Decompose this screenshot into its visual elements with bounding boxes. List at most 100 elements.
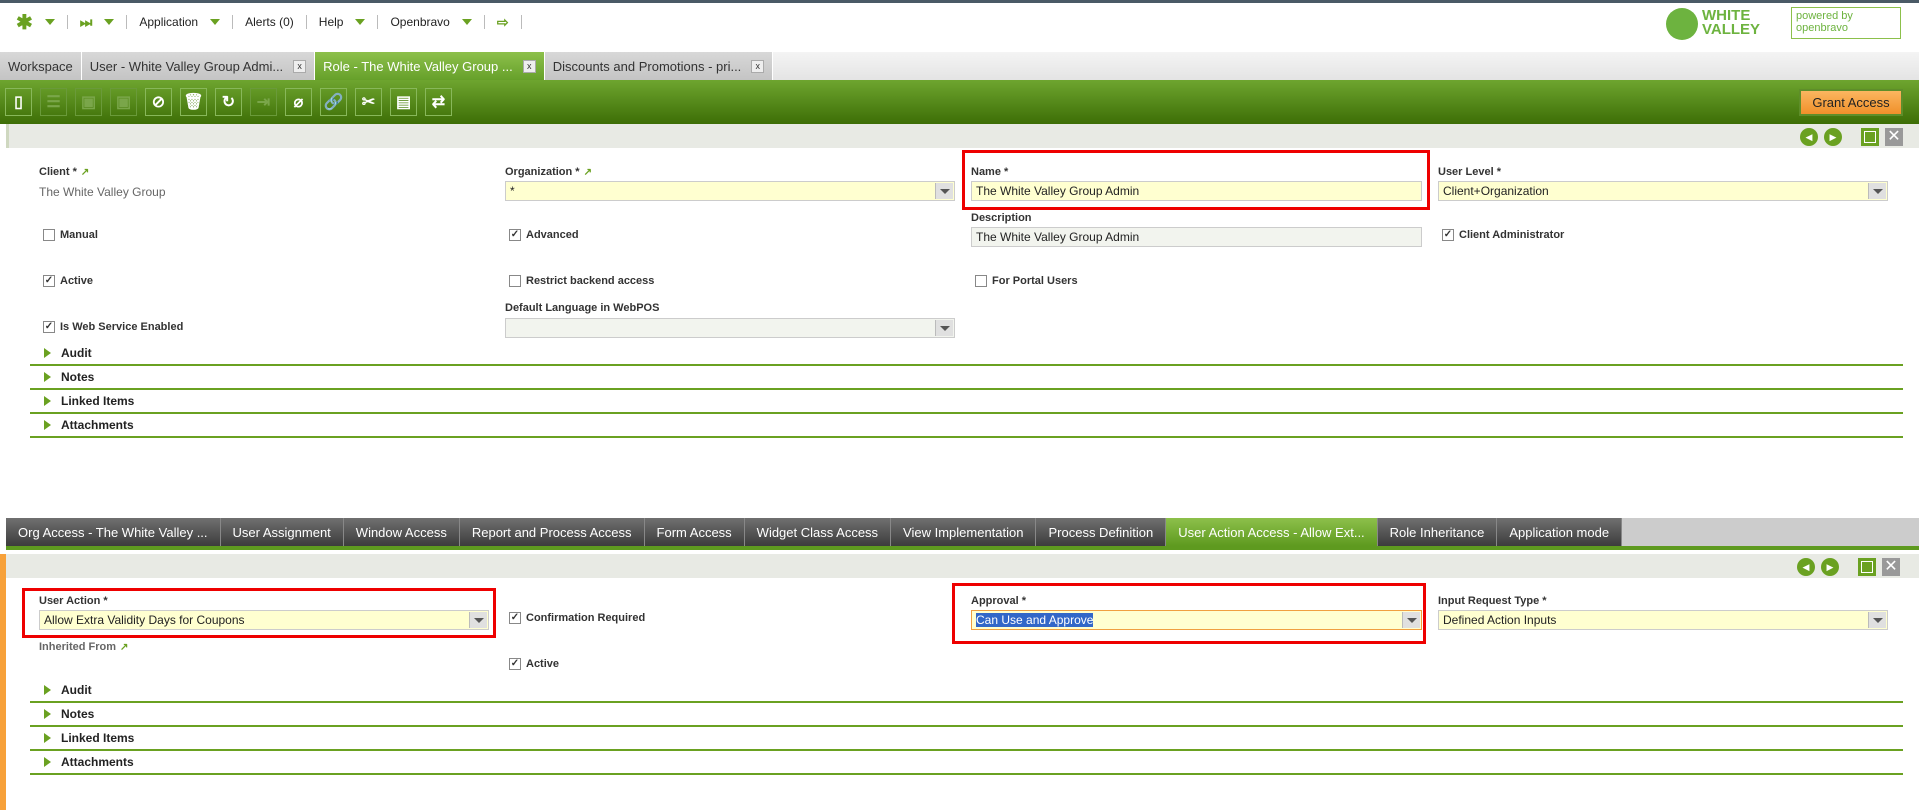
logout-icon[interactable]: ⇨ (497, 14, 509, 31)
close-form-icon[interactable]: ✕ (1885, 128, 1903, 146)
user-level-select[interactable]: Client+Organization (1438, 181, 1888, 201)
name-label: Name * (971, 166, 1009, 178)
chevron-down-icon[interactable] (469, 612, 487, 628)
confirmation-required-checkbox[interactable]: ✓ Confirmation Required (509, 612, 645, 624)
close-form-icon[interactable]: ✕ (1882, 558, 1900, 576)
section-notes[interactable]: Notes (30, 366, 1903, 390)
client-label: Client * ↗ (39, 166, 90, 178)
next-record-icon[interactable]: ▶ (1821, 558, 1839, 576)
chevron-down-icon[interactable] (1868, 183, 1886, 199)
chevron-down-icon[interactable] (1402, 612, 1420, 628)
active-checkbox[interactable]: ✓ Active (509, 658, 559, 670)
delete-icon[interactable]: 🗑 (180, 88, 207, 116)
tab-workspace[interactable]: Workspace (0, 52, 82, 80)
section-audit[interactable]: Audit (30, 342, 1903, 366)
previous-record-icon[interactable]: ◀ (1797, 558, 1815, 576)
organization-select[interactable]: * (505, 181, 955, 201)
section-notes[interactable]: Notes (30, 703, 1903, 727)
input-request-type-select[interactable]: Defined Action Inputs (1438, 610, 1888, 630)
chevron-down-icon[interactable] (461, 19, 472, 25)
user-action-select[interactable]: Allow Extra Validity Days for Coupons (39, 610, 489, 630)
help-menu[interactable]: Help (319, 15, 344, 29)
tab-user[interactable]: User - White Valley Group Admi... x (81, 52, 316, 80)
chevron-down-icon[interactable] (935, 320, 953, 336)
highlight-box (962, 150, 1430, 210)
chevron-down-icon[interactable] (1868, 612, 1886, 628)
tab-report-process-access[interactable]: Report and Process Access (459, 518, 645, 546)
tools-icon[interactable]: ✂ (355, 88, 382, 116)
maximize-icon[interactable] (1861, 128, 1879, 146)
web-service-checkbox[interactable]: ✓ Is Web Service Enabled (43, 321, 183, 333)
tab-view-implementation[interactable]: View Implementation (891, 518, 1037, 546)
new-row-icon[interactable]: ☰ (40, 88, 67, 116)
tab-org-access[interactable]: Org Access - The White Valley ... (6, 518, 221, 546)
default-language-label: Default Language in WebPOS (505, 302, 660, 314)
tab-application-mode[interactable]: Application mode (1497, 518, 1623, 546)
window-tabs: Workspace User - White Valley Group Admi… (0, 52, 1919, 80)
tab-process-definition[interactable]: Process Definition (1036, 518, 1167, 546)
application-menu[interactable]: Application (139, 15, 198, 29)
openbravo-logo: powered by openbravo (1791, 7, 1901, 39)
manual-checkbox[interactable]: Manual (43, 229, 98, 241)
tab-role[interactable]: Role - The White Valley Group ... x (315, 52, 545, 80)
expand-icon (44, 757, 51, 767)
white-valley-logo: WHITE VALLEY (1702, 7, 1761, 38)
tab-form-access[interactable]: Form Access (644, 518, 745, 546)
default-language-select[interactable] (505, 318, 955, 338)
expand-icon (44, 709, 51, 719)
expand-icon (44, 396, 51, 406)
previous-record-icon[interactable]: ◀ (1800, 128, 1818, 146)
chevron-down-icon[interactable] (44, 19, 55, 25)
toggle-view-icon[interactable]: ▤ (390, 88, 417, 116)
active-checkbox[interactable]: ✓ Active (43, 275, 93, 287)
expand-icon (44, 685, 51, 695)
maximize-icon[interactable] (1858, 558, 1876, 576)
alerts-link[interactable]: Alerts (0) (245, 15, 294, 29)
section-audit[interactable]: Audit (30, 679, 1903, 703)
client-value: The White Valley Group (39, 185, 166, 199)
advanced-checkbox[interactable]: ✓ Advanced (509, 229, 579, 241)
tab-user-assignment[interactable]: User Assignment (220, 518, 344, 546)
restrict-backend-checkbox[interactable]: Restrict backend access (509, 275, 654, 287)
tab-discounts[interactable]: Discounts and Promotions - pri... x (544, 52, 774, 80)
save-icon[interactable]: ▣ (75, 88, 102, 116)
link-icon[interactable]: 🔗 (320, 88, 347, 116)
close-icon[interactable]: x (751, 59, 765, 73)
audit-trail-icon[interactable]: ⇄ (425, 88, 452, 116)
tab-role-inheritance[interactable]: Role Inheritance (1377, 518, 1498, 546)
quick-launch-icon[interactable]: ✱ (16, 10, 33, 35)
undo-icon[interactable]: ⊘ (145, 88, 172, 116)
organization-label: Organization * ↗ (505, 166, 592, 178)
export-icon[interactable]: ⇥ (250, 88, 277, 116)
section-linked-items[interactable]: Linked Items (30, 390, 1903, 414)
tab-window-access[interactable]: Window Access (343, 518, 460, 546)
quick-create-icon[interactable]: ⏭ (80, 14, 93, 31)
toolbar: ▯ ☰ ▣ ▣ ⊘ 🗑 ↻ ⇥ ⌀ 🔗 ✂ ▤ ⇄ (0, 80, 1919, 124)
tab-user-action-access[interactable]: User Action Access - Allow Ext... (1166, 518, 1378, 546)
description-input[interactable]: The White Valley Group Admin (971, 227, 1422, 247)
attachment-icon[interactable]: ⌀ (285, 88, 312, 116)
section-attachments[interactable]: Attachments (30, 414, 1903, 438)
save-close-icon[interactable]: ▣ (110, 88, 137, 116)
section-linked-items[interactable]: Linked Items (30, 727, 1903, 751)
user-menu[interactable]: Openbravo (390, 15, 449, 29)
chevron-down-icon[interactable] (935, 183, 953, 199)
input-request-type-label: Input Request Type * (1438, 595, 1547, 607)
close-icon[interactable]: x (522, 59, 536, 73)
chevron-down-icon[interactable] (104, 19, 115, 25)
next-record-icon[interactable]: ▶ (1824, 128, 1842, 146)
approval-select[interactable]: Can Use and Approve (971, 610, 1422, 630)
chevron-down-icon[interactable] (355, 19, 366, 25)
grant-access-button[interactable]: Grant Access (1799, 89, 1903, 116)
section-attachments[interactable]: Attachments (30, 751, 1903, 775)
name-input[interactable]: The White Valley Group Admin (971, 181, 1422, 201)
chevron-down-icon[interactable] (210, 19, 221, 25)
refresh-icon[interactable]: ↻ (215, 88, 242, 116)
portal-users-checkbox[interactable]: For Portal Users (975, 275, 1078, 287)
close-icon[interactable]: x (293, 59, 307, 73)
form-header-strip: ◀ ▶ ✕ (6, 124, 1919, 148)
user-action-label: User Action * (39, 595, 108, 607)
new-document-icon[interactable]: ▯ (5, 88, 32, 116)
client-admin-checkbox[interactable]: ✓ Client Administrator (1442, 229, 1564, 241)
tab-widget-class-access[interactable]: Widget Class Access (744, 518, 892, 546)
